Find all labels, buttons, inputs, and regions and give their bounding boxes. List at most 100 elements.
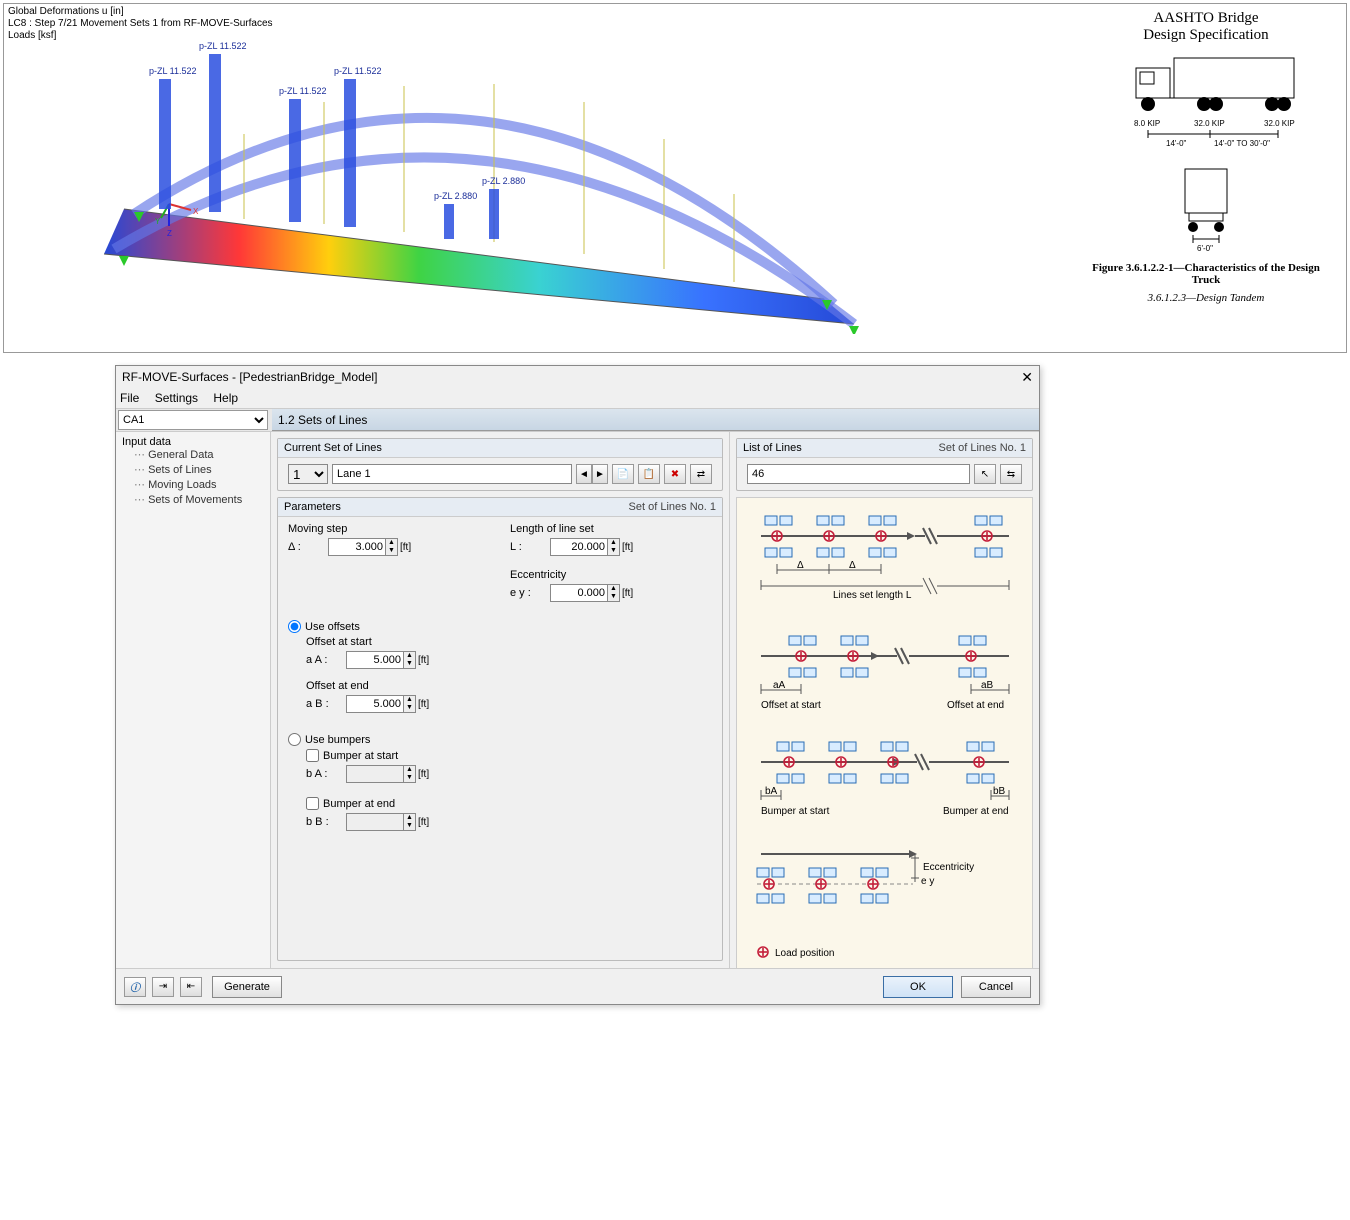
ecc-spinner[interactable]: ▲▼ <box>608 584 620 602</box>
svg-text:bA: bA <box>765 786 778 797</box>
aB-spinner[interactable]: ▲▼ <box>404 695 416 713</box>
set-name-input[interactable] <box>332 464 572 484</box>
svg-text:14'-0": 14'-0" <box>1166 139 1187 148</box>
delta-input[interactable] <box>328 538 386 556</box>
moving-step-label: Moving step <box>288 523 490 535</box>
tree-moving-loads[interactable]: Moving Loads <box>122 478 264 493</box>
svg-text:Bumper at end: Bumper at end <box>943 806 1009 817</box>
parameters-group: Parameters Set of Lines No. 1 Moving ste… <box>277 497 723 961</box>
svg-text:14'-0" TO 30'-0": 14'-0" TO 30'-0" <box>1214 139 1270 148</box>
menu-file[interactable]: File <box>120 391 139 405</box>
toolbar: CA1 1.2 Sets of Lines <box>116 408 1039 432</box>
svg-text:Y: Y <box>155 217 161 226</box>
bB-input[interactable] <box>346 813 404 831</box>
delta-spinner[interactable]: ▲▼ <box>386 538 398 556</box>
list-lines-group: List of Lines Set of Lines No. 1 ↖ ⇆ <box>736 438 1033 491</box>
svg-text:p-ZL 2.880: p-ZL 2.880 <box>482 176 525 186</box>
svg-text:p-ZL 11.522: p-ZL 11.522 <box>279 86 327 96</box>
svg-text:Z: Z <box>167 229 172 238</box>
input-tree[interactable]: Input data General Data Sets of Lines Mo… <box>116 432 271 968</box>
list-lines-header: List of Lines <box>743 442 802 454</box>
use-offsets-radio[interactable] <box>288 620 301 633</box>
aA-spinner[interactable]: ▲▼ <box>404 651 416 669</box>
use-bumpers-radio[interactable] <box>288 733 301 746</box>
reverse-line-button[interactable]: ⇆ <box>1000 464 1022 484</box>
svg-text:aA: aA <box>773 680 786 691</box>
import-button[interactable]: ⇥ <box>152 977 174 997</box>
length-symbol: L : <box>510 541 550 553</box>
bumper-end-label: Bumper at end <box>323 798 395 810</box>
truck-rear-icon: 6'-0" <box>1171 163 1241 253</box>
delta-unit: [ft] <box>400 542 411 553</box>
ecc-label: Eccentricity <box>510 569 712 581</box>
menu-settings[interactable]: Settings <box>155 391 198 405</box>
aB-input[interactable] <box>346 695 404 713</box>
bB-spinner[interactable]: ▲▼ <box>404 813 416 831</box>
ecc-input[interactable] <box>550 584 608 602</box>
svg-text:Offset at start: Offset at start <box>761 700 821 711</box>
lines-input[interactable] <box>747 464 970 484</box>
renumber-button[interactable]: ⇄ <box>690 464 712 484</box>
cancel-button[interactable]: Cancel <box>961 976 1031 998</box>
bumper-start-check[interactable] <box>306 749 319 762</box>
offset-start-label: Offset at start <box>306 636 712 648</box>
tree-general-data[interactable]: General Data <box>122 448 264 463</box>
parameters-header-right: Set of Lines No. 1 <box>629 501 716 513</box>
generate-button[interactable]: Generate <box>212 976 282 998</box>
use-offsets-label: Use offsets <box>305 621 360 633</box>
length-spinner[interactable]: ▲▼ <box>608 538 620 556</box>
svg-text:Lines set length L: Lines set length L <box>833 590 912 601</box>
svg-text:32.0 KIP: 32.0 KIP <box>1264 119 1295 128</box>
offset-end-label: Offset at end <box>306 680 712 692</box>
tree-root[interactable]: Input data <box>122 436 264 448</box>
aashto-title1: AASHTO Bridge <box>1086 10 1326 27</box>
aashto-spec: AASHTO Bridge Design Specification 8.0 K… <box>1086 10 1326 304</box>
help-button[interactable]: ⓘ <box>124 977 146 997</box>
bA-spinner[interactable]: ▲▼ <box>404 765 416 783</box>
length-input[interactable] <box>550 538 608 556</box>
bumper-start-label: Bumper at start <box>323 750 398 762</box>
bumper-end-check[interactable] <box>306 797 319 810</box>
aA-symbol: a A : <box>306 654 346 666</box>
aA-input[interactable] <box>346 651 404 669</box>
next-set-button[interactable]: ► <box>592 464 608 484</box>
bA-symbol: b A : <box>306 768 346 780</box>
length-unit: [ft] <box>622 542 633 553</box>
svg-text:Load position: Load position <box>775 948 835 959</box>
viewport: Global Deformations u [in] LC8 : Step 7/… <box>3 3 1347 353</box>
close-icon[interactable]: ✕ <box>1021 366 1033 388</box>
svg-text:Offset at end: Offset at end <box>947 700 1004 711</box>
menu-help[interactable]: Help <box>213 391 238 405</box>
aB-symbol: a B : <box>306 698 346 710</box>
dialog-footer: ⓘ ⇥ ⇤ Generate OK Cancel <box>116 968 1039 1004</box>
parameters-header: Parameters <box>284 501 341 513</box>
list-lines-right: Set of Lines No. 1 <box>939 442 1026 454</box>
pick-line-button[interactable]: ↖ <box>974 464 996 484</box>
tree-sets-of-lines[interactable]: Sets of Lines <box>122 463 264 478</box>
bA-input[interactable] <box>346 765 404 783</box>
delta-symbol: Δ : <box>288 541 328 553</box>
export-button[interactable]: ⇤ <box>180 977 202 997</box>
set-number-select[interactable]: 1 <box>288 464 328 484</box>
menubar: File Settings Help <box>116 388 1039 408</box>
length-label: Length of line set <box>510 523 712 535</box>
case-selector[interactable]: CA1 <box>118 410 268 430</box>
svg-text:X: X <box>193 207 199 216</box>
dialog-titlebar[interactable]: RF-MOVE-Surfaces - [PedestrianBridge_Mod… <box>116 366 1039 388</box>
svg-text:Eccentricity: Eccentricity <box>923 862 974 873</box>
svg-text:p-ZL 11.522: p-ZL 11.522 <box>199 41 247 51</box>
ok-button[interactable]: OK <box>883 976 953 998</box>
bridge-render: X Y Z p-ZL 11.522 p-ZL 11.522 p-ZL 11.52… <box>64 24 864 334</box>
delete-set-button[interactable]: ✖ <box>664 464 686 484</box>
new-set-button[interactable]: 📄 <box>612 464 634 484</box>
lane-diagram: Δ Δ Lines set length L <box>736 497 1033 987</box>
svg-text:32.0 KIP: 32.0 KIP <box>1194 119 1225 128</box>
svg-text:6'-0": 6'-0" <box>1197 244 1213 253</box>
tree-sets-of-movements[interactable]: Sets of Movements <box>122 493 264 508</box>
copy-set-button[interactable]: 📋 <box>638 464 660 484</box>
dialog-title: RF-MOVE-Surfaces - [PedestrianBridge_Mod… <box>122 366 1021 388</box>
rf-move-dialog: RF-MOVE-Surfaces - [PedestrianBridge_Mod… <box>115 365 1040 1005</box>
prev-set-button[interactable]: ◄ <box>576 464 592 484</box>
svg-text:Δ: Δ <box>849 560 856 571</box>
svg-text:8.0 KIP: 8.0 KIP <box>1134 119 1160 128</box>
